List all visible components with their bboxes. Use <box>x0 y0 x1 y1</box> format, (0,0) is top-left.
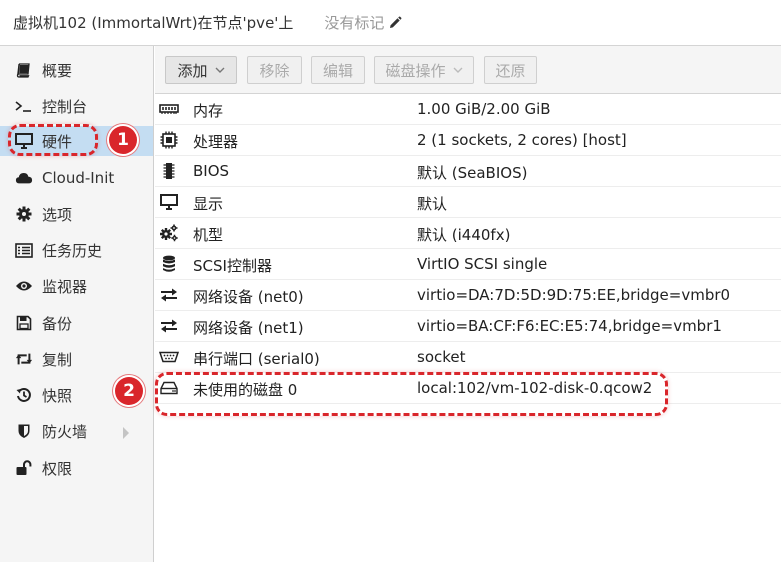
step-badge-1: 1 <box>109 126 137 154</box>
sidebar-item-options[interactable]: 选项 <box>0 199 153 229</box>
database-icon <box>159 255 179 273</box>
sidebar-item-firewall[interactable]: 防火墙 <box>0 416 153 446</box>
sidebar-item-label: 权限 <box>42 459 73 478</box>
sidebar-item-label: 选项 <box>42 205 73 224</box>
sidebar-item-label: 控制台 <box>42 97 88 116</box>
cogs-icon <box>159 224 179 242</box>
disk-action-button[interactable]: 磁盘操作 <box>374 56 474 84</box>
row-value: virtio=BA:CF:F6:EC:E5:74,bridge=vmbr1 <box>417 317 722 335</box>
edit-button[interactable]: 编辑 <box>311 56 365 84</box>
table-row[interactable]: 网络设备 (net0) virtio=DA:7D:5D:9D:75:EE,bri… <box>155 280 781 311</box>
row-name: 网络设备 (net0) <box>193 288 304 306</box>
memory-icon <box>159 100 179 118</box>
microchip-icon <box>159 162 179 180</box>
toolbar: 添加 移除 编辑 磁盘操作 还原 <box>155 46 781 94</box>
edit-button-label: 编辑 <box>322 61 353 80</box>
row-name: 串行端口 (serial0) <box>193 350 320 368</box>
row-value: 2 (1 sockets, 2 cores) [host] <box>417 131 627 149</box>
sidebar-item-replication[interactable]: 复制 <box>0 344 153 374</box>
vm-title: 虚拟机102 (ImmortalWrt)在节点'pve'上 <box>13 14 294 32</box>
sidebar-item-label: 复制 <box>42 350 73 369</box>
sidebar-item-label: 概要 <box>42 61 73 80</box>
remove-button[interactable]: 移除 <box>247 56 302 84</box>
table-row[interactable]: 机型 默认 (i440fx) <box>155 218 781 249</box>
sidebar-item-monitor[interactable]: 监视器 <box>0 271 153 301</box>
tags-label[interactable]: 没有标记 <box>324 12 384 33</box>
table-row[interactable]: 处理器 2 (1 sockets, 2 cores) [host] <box>155 125 781 156</box>
add-button-label: 添加 <box>177 61 208 80</box>
row-value: 默认 <box>417 195 448 213</box>
add-button[interactable]: 添加 <box>165 56 237 84</box>
highlight-hardware <box>8 124 98 156</box>
window-header: 虚拟机102 (ImmortalWrt)在节点'pve'上 没有标记 <box>0 0 781 46</box>
chevron-down-icon <box>215 67 225 73</box>
revert-button[interactable]: 还原 <box>484 56 537 84</box>
sidebar-item-label: 监视器 <box>42 277 88 296</box>
row-value: 默认 (i440fx) <box>417 226 511 244</box>
sidebar-item-backup[interactable]: 备份 <box>0 308 153 338</box>
row-value: virtio=DA:7D:5D:9D:75:EE,bridge=vmbr0 <box>417 286 731 304</box>
list-icon <box>15 241 33 259</box>
cloud-icon <box>15 169 33 187</box>
history-icon <box>15 386 33 404</box>
table-row[interactable]: BIOS 默认 (SeaBIOS) <box>155 156 781 187</box>
chevron-down-icon <box>453 67 463 73</box>
row-name: 内存 <box>193 102 224 120</box>
table-row[interactable]: 内存 1.00 GiB/2.00 GiB <box>155 94 781 125</box>
floppy-icon <box>15 314 33 332</box>
sidebar-item-cloud-init[interactable]: Cloud-Init <box>0 163 153 193</box>
serial-port-icon <box>159 348 179 366</box>
table-row[interactable]: 网络设备 (net1) virtio=BA:CF:F6:EC:E5:74,bri… <box>155 311 781 342</box>
sidebar-item-task-history[interactable]: 任务历史 <box>0 235 153 265</box>
gear-icon <box>15 205 33 223</box>
row-name: 网络设备 (net1) <box>193 319 304 337</box>
row-value: VirtIO SCSI single <box>417 255 548 273</box>
exchange-icon <box>159 317 179 335</box>
remove-button-label: 移除 <box>259 61 290 80</box>
book-icon <box>15 61 33 79</box>
sidebar-item-label: 防火墙 <box>42 422 88 441</box>
exchange-icon <box>159 286 179 304</box>
row-value: 1.00 GiB/2.00 GiB <box>417 100 551 118</box>
sidebar-item-console[interactable]: 控制台 <box>0 91 153 121</box>
sidebar-item-label: 任务历史 <box>42 241 103 260</box>
row-name: 显示 <box>193 195 224 213</box>
disk-action-label: 磁盘操作 <box>385 61 446 80</box>
row-value: 默认 (SeaBIOS) <box>417 164 528 182</box>
terminal-icon <box>15 97 33 115</box>
chevron-right-icon[interactable] <box>122 425 130 443</box>
row-value: socket <box>417 348 466 366</box>
unlock-icon <box>15 459 33 477</box>
table-row[interactable]: 串行端口 (serial0) socket <box>155 342 781 373</box>
desktop-icon <box>159 193 179 211</box>
row-name: 机型 <box>193 226 224 244</box>
highlight-unused-disk <box>155 372 668 416</box>
row-name: 处理器 <box>193 133 239 151</box>
sidebar-item-label: Cloud-Init <box>42 169 115 187</box>
retweet-icon <box>15 350 33 368</box>
cpu-icon <box>159 131 179 149</box>
table-row[interactable]: SCSI控制器 VirtIO SCSI single <box>155 249 781 280</box>
row-name: SCSI控制器 <box>193 257 272 275</box>
sidebar-item-label: 备份 <box>42 314 73 333</box>
row-name: BIOS <box>193 162 230 180</box>
step-badge-2: 2 <box>115 377 143 405</box>
sidebar-item-permissions[interactable]: 权限 <box>0 453 153 483</box>
revert-button-label: 还原 <box>495 61 526 80</box>
pencil-icon[interactable] <box>388 16 402 30</box>
shield-icon <box>15 422 33 440</box>
sidebar-item-summary[interactable]: 概要 <box>0 55 153 85</box>
table-row[interactable]: 显示 默认 <box>155 187 781 218</box>
sidebar-item-label: 快照 <box>42 386 73 405</box>
eye-icon <box>15 277 33 295</box>
